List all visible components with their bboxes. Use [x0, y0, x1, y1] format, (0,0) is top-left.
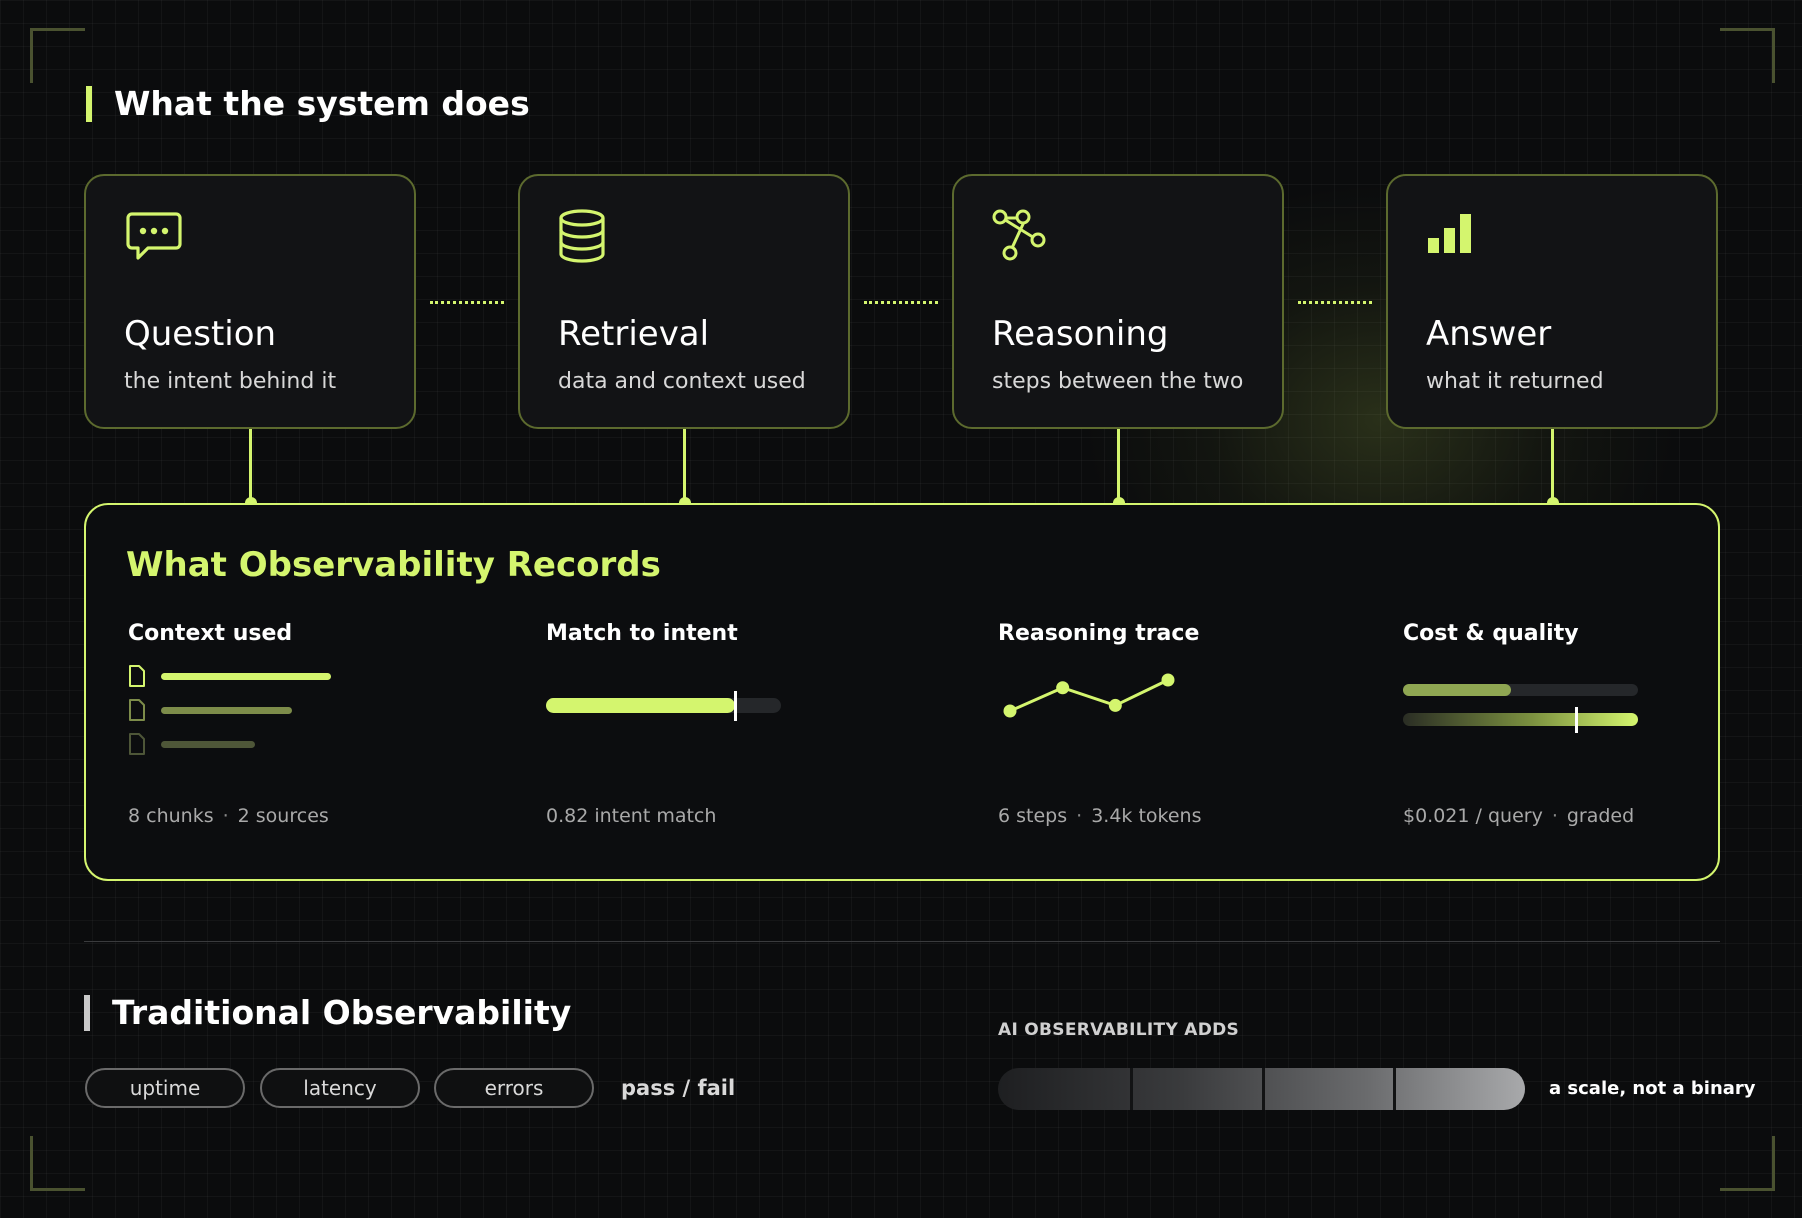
- metric-label: Match to intent: [546, 621, 738, 646]
- metric-label: Context used: [128, 621, 293, 646]
- metric-reasoning: Reasoning trace 6 steps · 3.4k tokens: [998, 620, 1338, 860]
- diagram-canvas: What the system does Question the intent…: [0, 0, 1802, 1218]
- database-icon: [559, 209, 605, 263]
- stage-name: Reasoning: [992, 314, 1169, 354]
- corner-bracket-top-left: [30, 28, 85, 83]
- bar-chart-icon: [1428, 214, 1471, 253]
- trace-node: [1108, 698, 1122, 712]
- scale-divider: [1393, 1068, 1396, 1110]
- trace-node: [1003, 704, 1017, 718]
- section-title-system: What the system does: [86, 84, 530, 124]
- ai-adds-label: AI OBSERVABILITY ADDS: [998, 1020, 1240, 1040]
- vertical-connector: [683, 429, 686, 504]
- separator-dot: ·: [1076, 805, 1083, 827]
- chunks-count: 8 chunks: [128, 805, 214, 827]
- section-title-traditional: Traditional Observability: [84, 993, 571, 1033]
- pill-latency: latency: [260, 1068, 420, 1108]
- tokens-count: 3.4k tokens: [1091, 805, 1202, 827]
- vertical-connector: [1117, 429, 1120, 504]
- match-fill: [546, 698, 735, 713]
- metric-context: Context used 8 chunks · 2 sources: [128, 620, 468, 860]
- separator-dot: ·: [1551, 805, 1558, 827]
- stage-subtitle: the intent behind it: [124, 369, 337, 394]
- vertical-connector: [1551, 429, 1554, 504]
- metric-label: Reasoning trace: [998, 621, 1200, 646]
- metric-value: 0.82 intent match: [546, 805, 717, 827]
- intent-match-bar: [546, 691, 781, 721]
- trace-node: [1161, 673, 1175, 687]
- sources-count: 2 sources: [237, 805, 329, 827]
- pass-fail-label: pass / fail: [621, 1076, 736, 1100]
- records-title: What Observability Records: [126, 545, 661, 585]
- stage-card-question: Question the intent behind it: [84, 174, 416, 429]
- dotted-connector: [1298, 301, 1372, 304]
- separator-dot: ·: [222, 805, 229, 827]
- trace-polyline: [1009, 678, 1169, 713]
- document-icon: [129, 665, 145, 687]
- reasoning-trace-line: [1003, 673, 1175, 718]
- stage-subtitle: steps between the two: [992, 369, 1244, 394]
- match-marker: [734, 691, 737, 721]
- scale-caption: a scale, not a binary: [1549, 1078, 1756, 1099]
- stage-name: Question: [124, 314, 277, 354]
- chat-bubble-icon: [126, 212, 182, 260]
- scale-bar: [998, 1068, 1525, 1110]
- dotted-connector: [864, 301, 938, 304]
- cost-fill: [1403, 684, 1511, 696]
- stage-card-retrieval: Retrieval data and context used: [518, 174, 850, 429]
- metric-value: 6 steps · 3.4k tokens: [998, 803, 1201, 829]
- pill-uptime: uptime: [85, 1068, 245, 1108]
- cost-quality-bars: [1403, 684, 1638, 733]
- stage-name: Retrieval: [558, 314, 710, 354]
- doc-relevance-bar: [161, 741, 255, 748]
- records-panel: What Observability Records Context used: [84, 503, 1720, 881]
- metric-value: $0.021 / query · graded: [1403, 803, 1634, 829]
- doc-relevance-bar: [161, 707, 292, 714]
- context-doc-list: [128, 665, 348, 765]
- dotted-connector: [430, 301, 504, 304]
- corner-bracket-bottom-right: [1720, 1136, 1775, 1191]
- vertical-connector: [249, 429, 252, 504]
- stage-subtitle: what it returned: [1426, 369, 1604, 394]
- corner-bracket-top-right: [1720, 28, 1775, 83]
- document-icon: [129, 699, 145, 721]
- stage-card-reasoning: Reasoning steps between the two: [952, 174, 1284, 429]
- metric-match: Match to intent 0.82 intent match: [546, 620, 886, 860]
- corner-bracket-bottom-left: [30, 1136, 85, 1191]
- quality-scale: [1403, 713, 1638, 726]
- graph-nodes-icon: [992, 209, 1046, 261]
- stage-card-answer: Answer what it returned: [1386, 174, 1718, 429]
- trace-node: [1056, 681, 1070, 695]
- scale-divider: [1130, 1068, 1133, 1110]
- doc-relevance-bar: [161, 673, 331, 680]
- metric-label: Cost & quality: [1403, 621, 1579, 646]
- section-divider: [84, 941, 1720, 942]
- graded-label: graded: [1566, 805, 1635, 827]
- scale-divider: [1262, 1068, 1265, 1110]
- metric-value: 8 chunks · 2 sources: [128, 803, 329, 829]
- cost-per-query: $0.021 / query: [1403, 805, 1543, 827]
- quality-marker: [1575, 707, 1578, 733]
- steps-count: 6 steps: [998, 805, 1068, 827]
- stage-subtitle: data and context used: [558, 369, 806, 394]
- stage-name: Answer: [1426, 314, 1552, 354]
- pill-errors: errors: [434, 1068, 594, 1108]
- metric-cost: Cost & quality $0.021 / query · graded: [1403, 620, 1743, 860]
- document-icon: [129, 733, 145, 755]
